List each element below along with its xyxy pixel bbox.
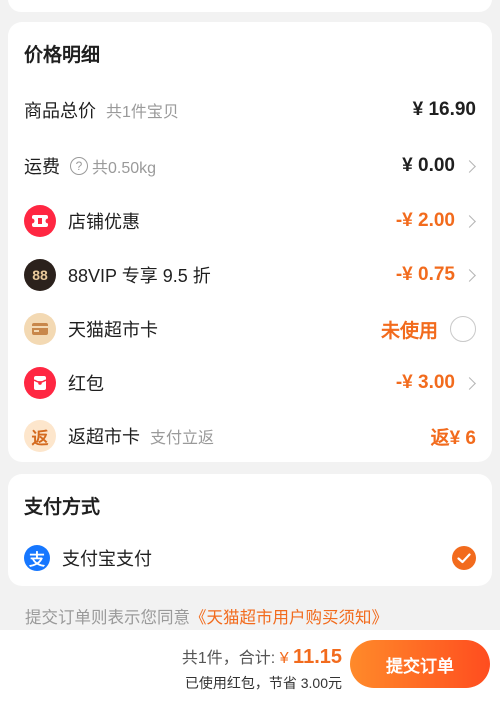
total-label: 合计: [238, 650, 276, 667]
order-summary: 共1件，合计: ¥ 11.15 已使用红包，节省 3.00元 [182, 644, 342, 693]
chevron-right-icon [463, 376, 476, 390]
88vip-icon: 88 [24, 259, 56, 291]
shipping-label: 运费 [24, 157, 60, 177]
rebate-card-value: 返¥ 6 [430, 427, 476, 449]
red-packet-value: -¥ 3.00 [395, 372, 455, 393]
alipay-label: 支付宝支付 [62, 549, 152, 569]
goods-count: 共1件宝贝 [106, 104, 179, 121]
rebate-icon: 返 [24, 420, 56, 452]
chevron-right-icon [463, 159, 476, 173]
payment-section-title: 支付方式 [24, 497, 101, 518]
agreement-text: 提交订单则表示您同意《天猫超市用户购买须知》 [25, 609, 388, 627]
checkmark-icon[interactable] [452, 546, 476, 570]
goods-total-value: ¥ 16.90 [412, 99, 476, 120]
savings-text: 已使用红包，节省 3.00元 [184, 675, 342, 691]
row-market-card[interactable]: 天猫超市卡 未使用 [24, 309, 476, 349]
total-amount: 11.15 [293, 646, 342, 668]
goods-total-label: 商品总价 [24, 101, 96, 121]
coupon-icon [24, 205, 56, 237]
chevron-right-icon [463, 214, 476, 228]
price-details-card: 价格明细 商品总价 共1件宝贝 ¥ 16.90 运费 ? 共0.50kg ¥ 0… [8, 22, 492, 462]
shipping-weight: ? 共0.50kg [70, 154, 156, 178]
store-discount-value: -¥ 2.00 [395, 210, 455, 231]
red-packet-icon [24, 367, 56, 399]
row-goods-total: 商品总价 共1件宝贝 ¥ 16.90 [24, 90, 476, 130]
question-icon[interactable]: ? [70, 157, 88, 175]
row-store-discount[interactable]: 店铺优惠 -¥ 2.00 [24, 201, 476, 241]
item-count: 共1件， [181, 650, 239, 667]
rebate-card-sub: 支付立返 [150, 430, 215, 447]
row-alipay[interactable]: 支 支付宝支付 [24, 538, 476, 578]
store-discount-label: 店铺优惠 [68, 212, 140, 232]
market-card-label: 天猫超市卡 [68, 320, 158, 340]
market-card-status: 未使用 [380, 320, 438, 342]
rebate-card-label: 返超市卡 [68, 427, 140, 447]
currency-symbol: ¥ [279, 650, 289, 667]
alipay-icon: 支 [24, 545, 50, 571]
agreement-link[interactable]: 《天猫超市用户购买须知》 [190, 609, 388, 627]
red-packet-label: 红包 [68, 374, 104, 394]
shipping-value: ¥ 0.00 [402, 155, 455, 176]
row-88vip[interactable]: 88 88VIP 专享 9.5 折 -¥ 0.75 [24, 255, 476, 295]
bottom-bar: 共1件，合计: ¥ 11.15 已使用红包，节省 3.00元 提交订单 zhiz… [0, 630, 500, 716]
row-rebate-card: 返 返超市卡 支付立返 返¥ 6 [24, 416, 476, 456]
88vip-value: -¥ 0.75 [395, 264, 455, 285]
row-shipping[interactable]: 运费 ? 共0.50kg ¥ 0.00 [24, 146, 476, 186]
card-icon [24, 313, 56, 345]
price-section-title: 价格明细 [24, 45, 101, 66]
previous-card [8, 0, 492, 12]
watermark: zhizhizhi.com [379, 693, 488, 712]
market-card-radio[interactable] [450, 316, 476, 342]
payment-card: 支付方式 支 支付宝支付 [8, 474, 492, 586]
chevron-right-icon [463, 268, 476, 282]
submit-order-button[interactable]: 提交订单 [350, 640, 490, 688]
88vip-label: 88VIP 专享 9.5 折 [68, 266, 211, 286]
row-red-packet[interactable]: 红包 -¥ 3.00 [24, 363, 476, 403]
